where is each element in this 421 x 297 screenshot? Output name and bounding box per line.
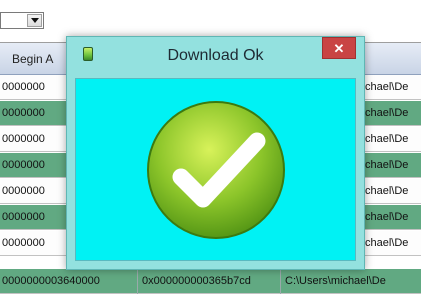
close-icon: ✕ (333, 40, 345, 56)
begin-address-cell: 0000000003640000 (2, 275, 100, 287)
dropdown-arrow-button[interactable] (27, 14, 42, 27)
path-text: chael\De (365, 107, 409, 119)
path-text: chael\De (365, 237, 409, 249)
end-address-cell: 0x000000000365b7cd (137, 269, 279, 294)
table-row[interactable]: 0000000003640000 0x000000000365b7cd C:\U… (0, 269, 421, 294)
column-header[interactable] (366, 43, 421, 75)
path-text: chael\De (365, 185, 409, 197)
path-text: chael\De (365, 211, 409, 223)
dialog-titlebar[interactable]: Download Ok ✕ (67, 37, 364, 78)
path-text: chael\De (365, 133, 409, 145)
path-text: C:\Users\michael\De (285, 275, 386, 287)
checkmark-success-icon (147, 101, 285, 239)
download-ok-dialog: Download Ok ✕ (66, 36, 365, 270)
dialog-title: Download Ok (167, 47, 264, 64)
dropdown-select[interactable] (0, 12, 44, 29)
column-header-begin-address[interactable]: Begin A (0, 43, 66, 75)
path-text: chael\De (365, 159, 409, 171)
close-button[interactable]: ✕ (322, 37, 356, 59)
path-cell: C:\Users\michael\De (280, 269, 421, 294)
path-text: chael\De (365, 81, 409, 93)
chevron-down-icon (31, 18, 39, 23)
dialog-content (75, 78, 356, 261)
